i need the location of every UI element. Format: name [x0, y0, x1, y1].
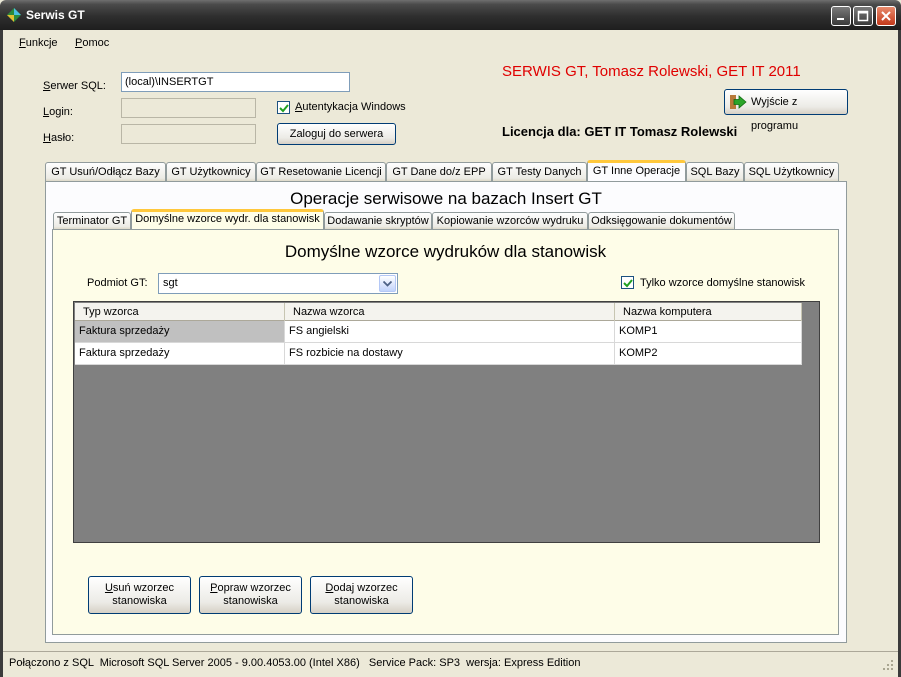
license-label: Licencja dla: GET IT Tomasz Rolewski — [502, 124, 738, 139]
subject-select-value: sgt — [163, 277, 178, 289]
tab-terminator-gt[interactable]: Terminator GT — [53, 212, 131, 230]
tab-odksiegowanie[interactable]: Odksięgowanie dokumentów — [588, 212, 735, 230]
subject-label: Podmiot GT: — [87, 277, 148, 289]
cell-typ[interactable]: Faktura sprzedaży — [75, 321, 285, 343]
minimize-button[interactable] — [831, 6, 851, 26]
check-icon — [623, 279, 633, 288]
table-row[interactable]: Faktura sprzedaży FS rozbicie na dostawy… — [75, 343, 802, 365]
close-button[interactable] — [876, 6, 896, 26]
menu-pomoc[interactable]: Pomoc — [75, 37, 109, 49]
resize-grip-icon[interactable] — [882, 659, 894, 671]
tab-gt-usun[interactable]: GT Usuń/Odłącz Bazy — [45, 162, 166, 182]
column-typ-wzorca[interactable]: Typ wzorca — [75, 303, 285, 321]
brand-title: SERWIS GT, Tomasz Rolewski, GET IT 2011 — [502, 63, 801, 80]
grid-header: Typ wzorca Nazwa wzorca Nazwa komputera — [75, 303, 802, 321]
table-row[interactable]: Faktura sprzedaży FS angielski KOMP1 — [75, 321, 802, 343]
tab-gt-testy[interactable]: GT Testy Danych — [492, 162, 587, 182]
exit-button[interactable]: Wyjście z programu — [724, 89, 848, 132]
cell-komputer[interactable]: KOMP2 — [615, 343, 802, 365]
panel-title: Domyślne wzorce wydruków dla stanowisk — [284, 242, 607, 261]
cell-nazwa[interactable]: FS rozbicie na dostawy — [285, 343, 615, 365]
cell-nazwa[interactable]: FS angielski — [285, 321, 615, 343]
maximize-button[interactable] — [853, 6, 873, 26]
tab-sql-uzytkownicy[interactable]: SQL Użytkownicy — [744, 162, 839, 182]
tab-domyslne-wzorce[interactable]: Domyślne wzorce wydr. dla stanowisk — [131, 209, 324, 230]
edit-template-label-1: Popraw wzorzec — [210, 582, 291, 594]
status-text: Połączono z SQL Microsoft SQL Server 200… — [9, 657, 581, 669]
tab-sql-bazy[interactable]: SQL Bazy — [686, 162, 744, 182]
menu-bar: Funkcje Pomoc — [3, 32, 898, 54]
cell-typ[interactable]: Faktura sprzedaży — [75, 343, 285, 365]
delete-template-button[interactable]: Usuń wzorzec stanowiska — [88, 576, 191, 614]
server-label: Serwer SQL: — [43, 80, 106, 92]
tab-gt-resetowanie[interactable]: GT Resetowanie Licencji — [256, 162, 386, 182]
tab-kopiowanie-wzorcow[interactable]: Kopiowanie wzorców wydruku — [432, 212, 588, 230]
delete-template-label-2: stanowiska — [112, 595, 167, 607]
column-nazwa-wzorca[interactable]: Nazwa wzorca — [285, 303, 615, 321]
check-icon — [279, 104, 289, 113]
templates-grid[interactable]: Typ wzorca Nazwa wzorca Nazwa komputera … — [73, 301, 820, 543]
login-input[interactable] — [121, 98, 256, 118]
status-bar: Połączono z SQL Microsoft SQL Server 200… — [3, 651, 898, 674]
windows-auth-checkbox[interactable] — [277, 101, 290, 114]
edit-template-button[interactable]: Popraw wzorzec stanowiska — [199, 576, 302, 614]
add-template-label-1: Dodaj wzorzec — [325, 582, 398, 594]
section-title: Operacje serwisowe na bazach Insert GT — [290, 189, 602, 208]
tab-gt-epp[interactable]: GT Dane do/z EPP — [386, 162, 492, 182]
close-icon — [881, 11, 891, 21]
minimize-icon — [837, 18, 844, 20]
menu-funkcje[interactable]: Funkcje — [19, 37, 58, 49]
only-default-checkbox[interactable] — [621, 276, 634, 289]
only-default-label: Tylko wzorce domyślne stanowisk — [640, 277, 806, 289]
login-label: Login: — [43, 106, 73, 118]
connect-button[interactable]: Zaloguj do serwera — [277, 123, 396, 145]
cell-komputer[interactable]: KOMP1 — [615, 321, 802, 343]
window-title: Serwis GT — [26, 8, 85, 22]
exit-arrow-icon — [730, 95, 747, 109]
chevron-down-icon — [383, 281, 392, 287]
column-nazwa-komputera[interactable]: Nazwa komputera — [615, 303, 802, 321]
add-template-button[interactable]: Dodaj wzorzec stanowiska — [310, 576, 413, 614]
tab-gt-uzytkownicy[interactable]: GT Użytkownicy — [166, 162, 256, 182]
password-input[interactable] — [121, 124, 256, 144]
maximize-icon — [857, 10, 869, 22]
server-input[interactable]: (local)\INSERTGT — [121, 72, 350, 92]
add-template-label-2: stanowiska — [334, 595, 389, 607]
delete-template-label-1: Usuń wzorzec — [104, 582, 175, 594]
subject-select-arrow[interactable] — [379, 275, 396, 292]
tab-dodawanie-skryptow[interactable]: Dodawanie skryptów — [324, 212, 432, 230]
windows-auth-label: Autentykacja Windows — [295, 101, 406, 113]
tab-gt-inne-operacje[interactable]: GT Inne Operacje — [587, 160, 686, 182]
connect-button-label: Zaloguj do serwera — [289, 128, 384, 140]
password-label: Hasło: — [43, 132, 75, 144]
window-frame-left — [0, 30, 3, 677]
subject-select[interactable]: sgt — [158, 273, 398, 294]
edit-template-label-2: stanowiska — [223, 595, 278, 607]
title-bar[interactable]: Serwis GT — [0, 0, 901, 30]
exit-button-label: Wyjście z programu — [751, 96, 799, 132]
app-icon — [6, 7, 22, 23]
